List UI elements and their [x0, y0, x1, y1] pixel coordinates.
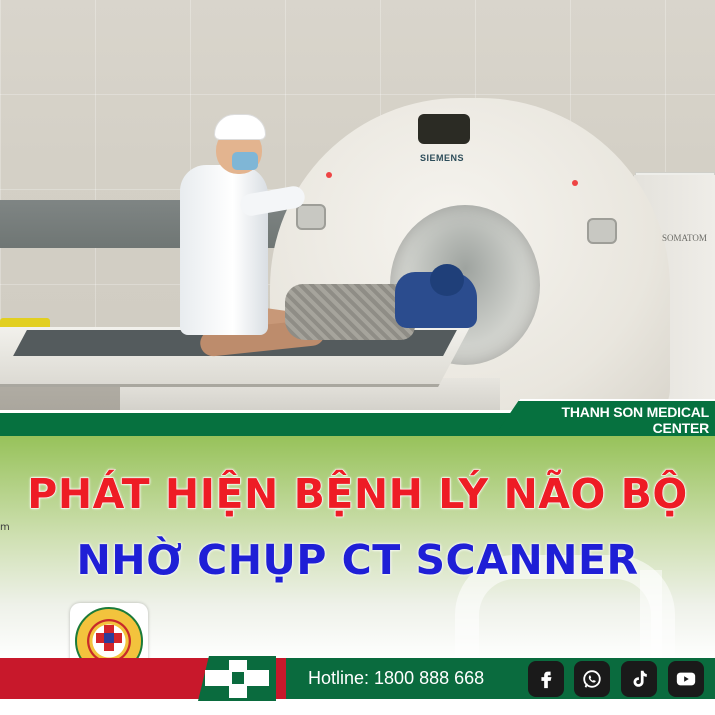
edge-text: m	[0, 522, 10, 533]
footer-bottom-strip	[0, 699, 715, 715]
tiktok-icon[interactable]	[621, 661, 657, 697]
gantry-display	[418, 114, 470, 144]
medical-center-name: THANH SON MEDICAL CENTER	[561, 404, 710, 436]
gantry-model-label: SOMATOM	[662, 233, 707, 243]
technician-cap	[214, 114, 266, 140]
gantry-control-pad	[587, 218, 617, 244]
facebook-icon[interactable]	[528, 661, 564, 697]
logo-cross-center	[104, 633, 114, 643]
patient-head	[430, 264, 464, 296]
youtube-icon[interactable]	[668, 661, 704, 697]
gantry-brand-label: SIEMENS	[420, 153, 465, 163]
technician-coat	[180, 165, 268, 335]
whatsapp-icon[interactable]	[574, 661, 610, 697]
gantry-led	[572, 180, 578, 186]
medical-cross-icon-center	[232, 672, 244, 684]
gantry-control-pad	[296, 204, 326, 230]
headline-line-2: NHỜ CHỤP CT SCANNER	[76, 536, 639, 584]
technician-mask	[232, 152, 258, 170]
hotline-text[interactable]: Hotline: 1800 888 668	[308, 666, 484, 690]
headline-line-1: PHÁT HIỆN BỆNH LÝ NÃO BỘ	[27, 470, 688, 519]
gantry-led	[326, 172, 332, 178]
ct-scan-photo: SIEMENS SOMATOM	[0, 0, 715, 415]
